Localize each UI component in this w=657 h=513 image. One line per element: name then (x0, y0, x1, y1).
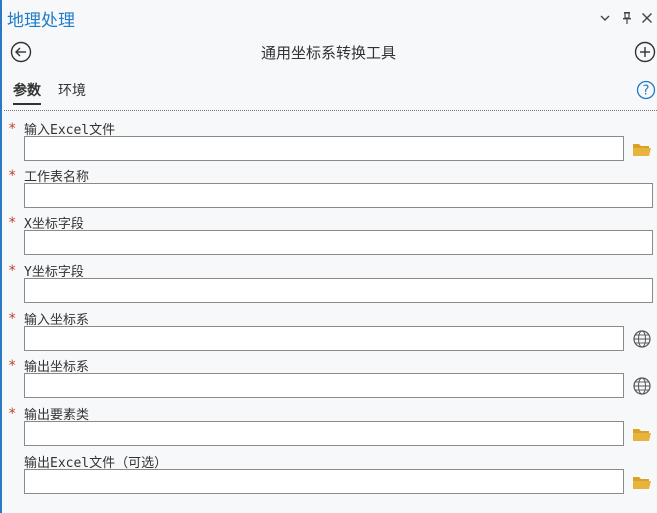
y-field-input[interactable] (24, 278, 653, 303)
input-crs-field[interactable] (24, 326, 624, 351)
back-arrow-icon[interactable] (10, 41, 32, 63)
x-field-input[interactable] (24, 230, 653, 255)
pin-icon (623, 12, 631, 24)
tab-environments[interactable]: 环境 (58, 80, 86, 102)
param-input-excel: * 输入Excel文件 (0, 119, 657, 165)
required-marker: * (8, 358, 17, 374)
pane-titlebar: 地理处理 (0, 0, 657, 36)
input-excel-field[interactable] (24, 136, 624, 161)
folder-icon[interactable] (631, 424, 653, 444)
close-button[interactable] (639, 9, 655, 27)
chevron-down-icon (600, 15, 610, 21)
required-marker: * (8, 263, 17, 279)
folder-icon[interactable] (631, 472, 653, 492)
tab-separator (4, 110, 657, 111)
required-marker: * (8, 168, 17, 184)
tool-header: 通用坐标系转换工具 (0, 36, 657, 70)
add-icon[interactable] (634, 41, 656, 63)
param-input-crs: * 输入坐标系 (0, 309, 657, 355)
tab-parameters[interactable]: 参数 (13, 80, 41, 105)
tab-bar: 参数 环境 ? (0, 76, 657, 106)
param-x-field: * X坐标字段 (0, 213, 657, 259)
close-icon (642, 13, 652, 23)
param-output-feature-class: * 输出要素类 (0, 404, 657, 450)
param-output-crs: * 输出坐标系 (0, 356, 657, 402)
required-marker: * (8, 121, 17, 137)
required-marker: * (8, 215, 17, 231)
pin-button[interactable] (619, 9, 635, 27)
output-crs-field[interactable] (24, 373, 624, 398)
required-marker: * (8, 311, 17, 327)
globe-icon[interactable] (631, 376, 653, 396)
sheet-name-field[interactable] (24, 183, 653, 208)
required-marker: * (8, 406, 17, 422)
output-feature-class-field[interactable] (24, 421, 624, 446)
param-output-excel: 输出Excel文件（可选） (0, 452, 657, 498)
pane-title: 地理处理 (7, 11, 75, 31)
param-sheet-name: * 工作表名称 (0, 166, 657, 212)
folder-icon[interactable] (631, 139, 653, 159)
svg-text:?: ? (643, 84, 650, 99)
param-y-field: * Y坐标字段 (0, 261, 657, 307)
globe-icon[interactable] (631, 329, 653, 349)
options-dropdown-button[interactable] (597, 9, 613, 27)
help-icon[interactable]: ? (636, 80, 656, 100)
output-excel-field[interactable] (24, 469, 624, 494)
tool-title: 通用坐标系转换工具 (260, 44, 396, 62)
